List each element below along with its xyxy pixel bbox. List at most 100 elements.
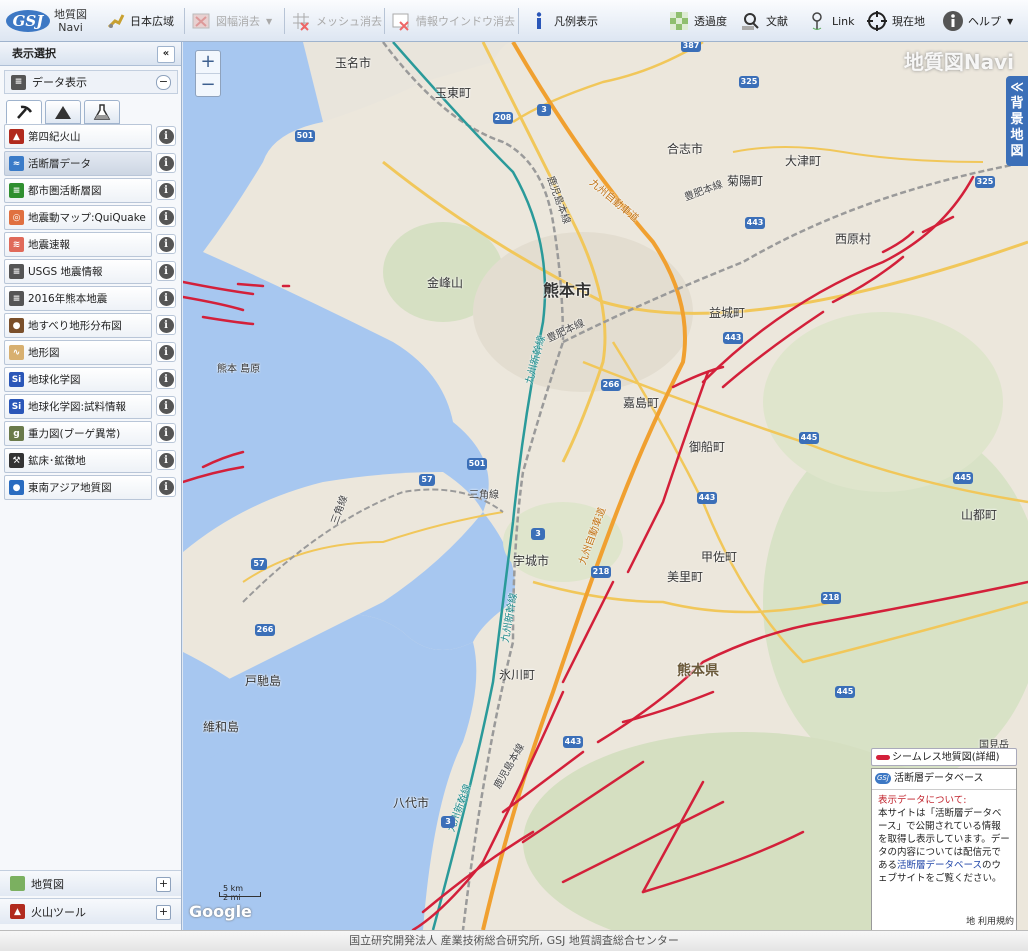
layer-toggle-button[interactable]: ● 東南アジア地質図 bbox=[4, 475, 152, 500]
fault-database-link[interactable]: 活断層データベース bbox=[897, 860, 982, 871]
tab-flask[interactable] bbox=[84, 100, 120, 124]
bg-tab-char: 地 bbox=[1010, 128, 1024, 143]
layer-info-button[interactable]: i bbox=[156, 261, 176, 281]
chevron-down-icon: ▼ bbox=[266, 16, 273, 26]
route-shield: 266 bbox=[601, 379, 621, 391]
layer-item: g 重力図(ブーゲ異常) i bbox=[4, 421, 180, 447]
layer-label: 地球化学図:試料情報 bbox=[28, 401, 127, 413]
route-shield: 443 bbox=[697, 492, 717, 504]
layer-info-button[interactable]: i bbox=[156, 234, 176, 254]
help-button[interactable]: ヘルプ ▼ bbox=[942, 8, 1013, 34]
layer-toggle-button[interactable]: ● 地すべり地形分布図 bbox=[4, 313, 152, 338]
info-icon bbox=[528, 10, 550, 32]
volcano-tools-label: 火山ツール bbox=[31, 905, 86, 919]
info-icon: i bbox=[158, 263, 174, 279]
layer-info-button[interactable]: i bbox=[156, 207, 176, 227]
bg-tab-char: 景 bbox=[1010, 112, 1024, 127]
layer-info-button[interactable]: i bbox=[156, 423, 176, 443]
data-display-label: データ表示 bbox=[32, 76, 87, 89]
map-terms-link[interactable]: 地 利用規約 bbox=[966, 914, 1014, 927]
layer-info-button[interactable]: i bbox=[156, 153, 176, 173]
layer-info-button[interactable]: i bbox=[156, 315, 176, 335]
app-title: 地質図 Navi bbox=[54, 8, 87, 34]
geology-map-group[interactable]: 地質図 + bbox=[0, 870, 181, 896]
gsj-logo-badge: GSJ bbox=[6, 10, 50, 32]
transparency-button[interactable]: 透過度 bbox=[668, 8, 727, 34]
bg-tab-arrow-icon: ≪ bbox=[1010, 80, 1024, 95]
clear-mesh-button[interactable]: メッシュ消去 bbox=[290, 8, 382, 34]
route-shield: 445 bbox=[835, 686, 855, 698]
window-close-icon bbox=[390, 10, 412, 32]
layer-toggle-button[interactable]: g 重力図(ブーゲ異常) bbox=[4, 421, 152, 446]
seamless-geology-legend-tag[interactable]: シームレス地質図(詳細) bbox=[871, 748, 1017, 766]
info-icon: i bbox=[158, 290, 174, 306]
tab-mountain[interactable] bbox=[45, 100, 81, 124]
place-label: 玉名市 bbox=[335, 56, 372, 70]
show-legend-button[interactable]: 凡例表示 bbox=[528, 8, 598, 34]
zoom-out-button[interactable]: − bbox=[196, 73, 220, 96]
layer-label: 2016年熊本地震 bbox=[28, 293, 108, 305]
place-label: 甲佐町 bbox=[701, 550, 738, 564]
info-icon: i bbox=[158, 317, 174, 333]
place-label: 合志市 bbox=[667, 142, 704, 156]
layer-toggle-button[interactable]: ▲ 第四紀火山 bbox=[4, 124, 152, 149]
place-label: 玉東町 bbox=[435, 86, 472, 100]
layer-toggle-button[interactable]: Si 地球化学図:試料情報 bbox=[4, 394, 152, 419]
clear-info-window-button[interactable]: 情報ウインドウ消去 bbox=[390, 8, 515, 34]
info-window-heading: 表示データについて: bbox=[878, 795, 967, 806]
layer-toggle-button[interactable]: ≡ 2016年熊本地震 bbox=[4, 286, 152, 311]
volcano-tools-group[interactable]: ▲ 火山ツール + bbox=[0, 898, 181, 924]
current-location-button[interactable]: 現在地 bbox=[866, 8, 925, 34]
chevron-down-icon: ▼ bbox=[1007, 16, 1014, 26]
layer-label: 鉱床･鉱徴地 bbox=[28, 455, 86, 467]
layer-info-button[interactable]: i bbox=[156, 450, 176, 470]
current-location-label: 現在地 bbox=[892, 15, 925, 28]
map-scale: 5 km 2 mi bbox=[219, 884, 261, 902]
place-label: 嘉島町 bbox=[623, 396, 660, 410]
geology-map-icon bbox=[10, 876, 25, 891]
map-canvas[interactable]: + − 地質図Navi ≪ 背 景 地 図 玉名市 玉東町 合志市 大津町 菊陽… bbox=[183, 42, 1028, 930]
layer-toggle-button[interactable]: ≡ USGS 地震情報 bbox=[4, 259, 152, 284]
collapse-sidebar-button[interactable]: « bbox=[157, 46, 175, 63]
expand-volcano-button[interactable]: + bbox=[156, 905, 171, 920]
info-icon: i bbox=[158, 479, 174, 495]
zoom-in-button[interactable]: + bbox=[196, 51, 220, 73]
help-label: ヘルプ bbox=[968, 15, 1001, 28]
link-button[interactable]: Link bbox=[806, 8, 855, 34]
tab-pick[interactable] bbox=[6, 100, 42, 124]
volcano-icon: ▲ bbox=[10, 904, 25, 919]
layer-info-button[interactable]: i bbox=[156, 369, 176, 389]
literature-button[interactable]: 文献 bbox=[740, 8, 788, 34]
layer-label: 第四紀火山 bbox=[28, 131, 81, 143]
app-logo[interactable]: GSJ 地質図 Navi bbox=[6, 6, 98, 36]
data-display-group[interactable]: ≡ データ表示 − bbox=[4, 70, 178, 94]
layer-info-button[interactable]: i bbox=[156, 288, 176, 308]
place-label: 西原村 bbox=[835, 232, 872, 246]
collapse-group-button[interactable]: − bbox=[156, 75, 171, 90]
layer-toggle-button[interactable]: ∿ 地形図 bbox=[4, 340, 152, 365]
layer-toggle-button[interactable]: ≡ 都市圏活断層図 bbox=[4, 178, 152, 203]
layer-toggle-button[interactable]: ≋ 地震速報 bbox=[4, 232, 152, 257]
layer-toggle-button[interactable]: ◎ 地震動マップ:QuiQuake bbox=[4, 205, 152, 230]
layer-toggle-button[interactable]: ⚒ 鉱床･鉱徴地 bbox=[4, 448, 152, 473]
layer-item: ▲ 第四紀火山 i bbox=[4, 124, 180, 150]
layer-info-button[interactable]: i bbox=[156, 126, 176, 146]
layer-toggle-button[interactable]: Si 地球化学図 bbox=[4, 367, 152, 392]
layer-info-button[interactable]: i bbox=[156, 342, 176, 362]
route-shield: 208 bbox=[493, 112, 513, 124]
layer-info-button[interactable]: i bbox=[156, 396, 176, 416]
place-label: 八代市 bbox=[393, 796, 430, 810]
place-label: 菊陽町 bbox=[727, 174, 764, 188]
place-label: 大津町 bbox=[785, 154, 822, 168]
layer-item: ≈ 活断層データ i bbox=[4, 151, 180, 177]
background-map-tab[interactable]: ≪ 背 景 地 図 bbox=[1006, 76, 1028, 166]
japan-wide-button[interactable]: 日本広域 bbox=[104, 8, 174, 34]
layer-info-button[interactable]: i bbox=[156, 477, 176, 497]
layer-info-button[interactable]: i bbox=[156, 180, 176, 200]
clear-legend-img-button[interactable]: 図幅消去 ▼ bbox=[190, 8, 272, 34]
japan-map-icon bbox=[104, 10, 126, 32]
layer-toggle-button[interactable]: ≈ 活断層データ bbox=[4, 151, 152, 176]
route-shield: 266 bbox=[255, 624, 275, 636]
app-title-line1: 地質図 bbox=[54, 8, 87, 21]
expand-geology-button[interactable]: + bbox=[156, 877, 171, 892]
